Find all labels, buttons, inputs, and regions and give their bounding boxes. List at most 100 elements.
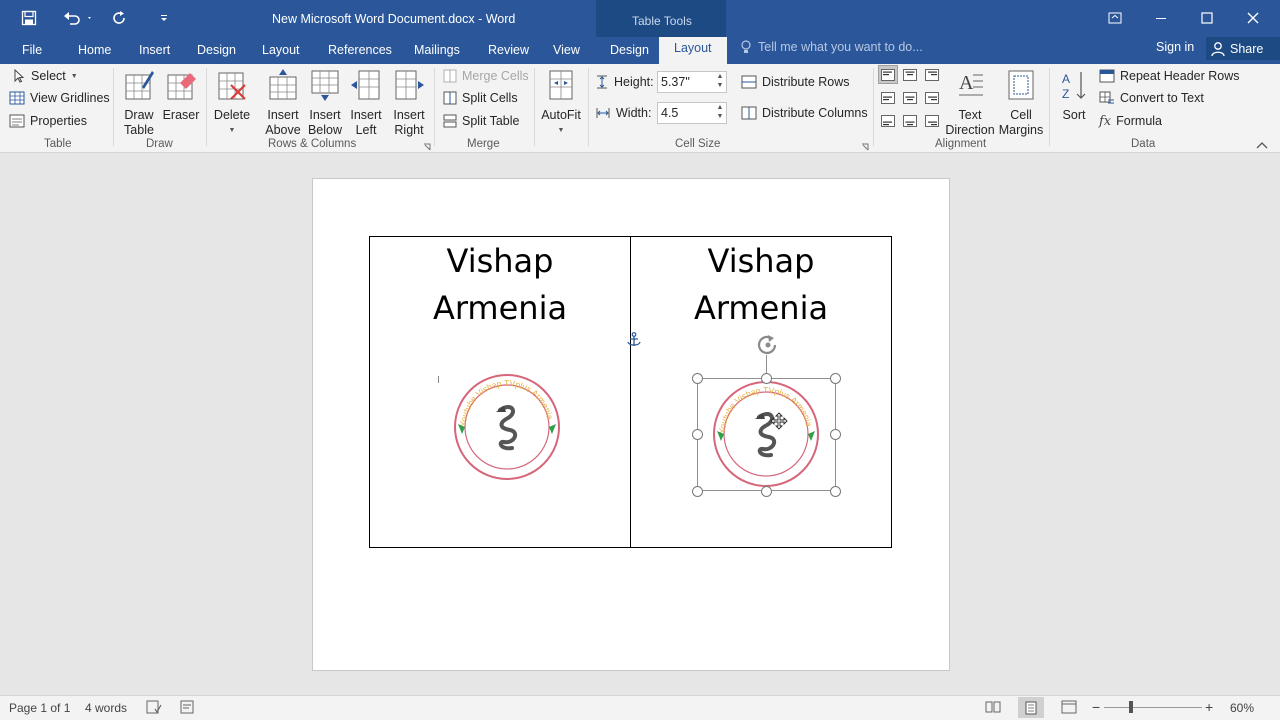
chevron-down-icon: ▼ (70, 72, 78, 80)
save-icon[interactable] (18, 7, 40, 29)
collapse-ribbon-icon[interactable] (1256, 138, 1268, 152)
tab-review[interactable]: Review (488, 40, 529, 62)
formula-button[interactable]: fx Formula (1099, 111, 1162, 131)
tab-references[interactable]: References (328, 40, 392, 62)
ribbon-display-options-icon[interactable] (1092, 4, 1138, 32)
zoom-slider-thumb[interactable] (1129, 701, 1133, 713)
align-bottom-left-button[interactable] (878, 111, 898, 130)
zoom-in-icon[interactable]: + (1205, 699, 1213, 715)
align-top-right-button[interactable] (922, 65, 942, 84)
web-layout-icon[interactable] (1061, 700, 1077, 717)
align-bottom-center-button[interactable] (900, 111, 920, 130)
height-input[interactable]: 5.37" ▲ ▼ (657, 71, 727, 93)
minimize-icon[interactable] (1138, 4, 1184, 32)
tab-file[interactable]: File (22, 40, 42, 62)
align-top-center-button[interactable] (900, 65, 920, 84)
ribbon-tabs: File Home Insert Design Layout Reference… (0, 37, 1280, 64)
undo-icon[interactable] (60, 7, 96, 29)
table-cell-1-text[interactable]: Vishap Armenia (370, 238, 630, 332)
align-top-left-button[interactable] (878, 65, 898, 84)
distribute-rows-button[interactable]: Distribute Rows (741, 72, 850, 92)
tab-insert[interactable]: Insert (139, 40, 170, 62)
zoom-slider-track[interactable] (1104, 707, 1202, 708)
resize-handle-left[interactable] (692, 429, 703, 440)
anchor-icon (627, 332, 641, 351)
insert-below-button[interactable]: Insert Below (305, 67, 345, 138)
autofit-button[interactable]: AutoFit ▼ (539, 67, 583, 138)
rotate-handle-icon[interactable] (756, 334, 780, 359)
resize-handle-right[interactable] (830, 429, 841, 440)
insert-right-button[interactable]: Insert Right (390, 67, 428, 138)
delete-button[interactable]: Delete ▼ (212, 67, 252, 138)
insert-above-button[interactable]: Insert Above (264, 67, 302, 138)
sort-button[interactable]: AZ Sort (1058, 67, 1090, 123)
resize-handle-bottom-right[interactable] (830, 486, 841, 497)
align-bottom-left-icon (881, 114, 895, 127)
width-input[interactable]: 4.5 ▲ ▼ (657, 102, 727, 124)
redo-icon[interactable] (108, 7, 130, 29)
insert-right-label-1: Insert (393, 108, 425, 122)
share-button[interactable]: Share (1206, 37, 1280, 60)
tab-mailings[interactable]: Mailings (414, 40, 460, 62)
insert-left-button[interactable]: Insert Left (348, 67, 384, 138)
page-count[interactable]: Page 1 of 1 (9, 701, 70, 715)
view-gridlines-button[interactable]: View Gridlines (9, 88, 110, 108)
tab-layout[interactable]: Layout (262, 40, 300, 62)
properties-button[interactable]: Properties (9, 111, 87, 131)
eraser-button[interactable]: Eraser (163, 67, 199, 123)
split-cells-button[interactable]: Split Cells (443, 88, 518, 108)
select-label: Select (31, 69, 66, 83)
draw-table-button[interactable]: Draw Table (121, 67, 157, 138)
text-direction-button[interactable]: A Text Direction (945, 67, 994, 138)
customize-qat-icon[interactable] (155, 7, 173, 29)
print-layout-icon[interactable] (1018, 697, 1044, 718)
read-mode-icon[interactable] (985, 700, 1001, 717)
resize-handle-bottom[interactable] (761, 486, 772, 497)
cell-margins-button[interactable]: Cell Margins (997, 67, 1045, 138)
group-separator (206, 68, 207, 146)
logo-image-1[interactable]: Youtube Vishap TVplus Armenia (452, 372, 562, 485)
align-middle-right-button[interactable] (922, 88, 942, 107)
rotate-handle-line (766, 355, 767, 374)
resize-handle-top-right[interactable] (830, 373, 841, 384)
tell-me-box[interactable]: Tell me what you want to do... (740, 40, 923, 54)
align-middle-left-button[interactable] (878, 88, 898, 107)
merge-cells-button[interactable]: Merge Cells (443, 66, 529, 86)
insert-below-label-1: Insert (309, 108, 341, 122)
resize-handle-top[interactable] (761, 373, 772, 384)
align-middle-center-button[interactable] (900, 88, 920, 107)
select-button[interactable]: Select ▼ (12, 66, 78, 86)
resize-handle-bottom-left[interactable] (692, 486, 703, 497)
distribute-columns-button[interactable]: Distribute Columns (741, 103, 868, 123)
tab-home[interactable]: Home (78, 40, 111, 62)
resize-handle-top-left[interactable] (692, 373, 703, 384)
spinner-arrows-icon[interactable]: ▲ ▼ (714, 103, 726, 123)
macro-record-icon[interactable] (180, 700, 194, 717)
align-bottom-right-button[interactable] (922, 111, 942, 130)
tab-design[interactable]: Design (197, 40, 236, 62)
sign-in-link[interactable]: Sign in (1156, 40, 1194, 54)
tab-view[interactable]: View (553, 40, 580, 62)
maximize-icon[interactable] (1184, 4, 1230, 32)
logo-image-2[interactable]: Youtube Vishap TVplus Armenia (711, 379, 821, 492)
dialog-launcher-icon[interactable] (861, 140, 869, 154)
split-table-button[interactable]: Split Table (443, 111, 519, 131)
cell-1-line-2: Armenia (432, 289, 568, 327)
convert-to-text-label: Convert to Text (1120, 91, 1204, 105)
convert-to-text-button[interactable]: Convert to Text (1099, 88, 1204, 108)
table-cell-2-text[interactable]: Vishap Armenia (631, 238, 891, 332)
tab-table-layout[interactable]: Layout (659, 37, 727, 64)
repeat-header-rows-button[interactable]: Repeat Header Rows (1099, 66, 1240, 86)
close-icon[interactable] (1230, 4, 1276, 32)
insert-below-label-2: Below (307, 123, 343, 137)
spinner-arrows-icon[interactable]: ▲ ▼ (714, 72, 726, 92)
repeat-header-icon (1099, 69, 1115, 83)
zoom-level[interactable]: 60% (1230, 701, 1254, 715)
proofing-icon[interactable] (146, 700, 162, 717)
tab-table-design[interactable]: Design (610, 40, 649, 62)
dialog-launcher-icon[interactable] (423, 140, 431, 154)
insert-left-icon (351, 70, 380, 100)
distribute-columns-label: Distribute Columns (762, 106, 868, 120)
zoom-out-icon[interactable]: − (1092, 699, 1100, 715)
word-count[interactable]: 4 words (85, 701, 127, 715)
